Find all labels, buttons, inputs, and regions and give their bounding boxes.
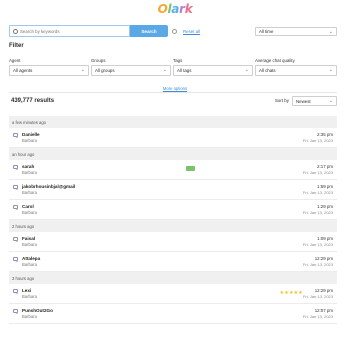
groups-filter-label: Groups [91, 58, 106, 63]
chat-quality-filter: Average chat quality All chats ⌄ [255, 58, 337, 76]
chevron-down-icon: ⌄ [328, 29, 333, 35]
agent-name: Barbara [22, 314, 37, 319]
sort-select[interactable]: Newest ⌄ [292, 96, 337, 106]
chat-time: 12:29 pm [314, 256, 333, 261]
sort-label: Sort by [275, 98, 289, 103]
chat-date: Fri, Jan 13, 2023 [302, 138, 333, 143]
chat-quality-filter-label: Average chat quality [255, 58, 295, 63]
chevron-down-icon: ⌄ [328, 67, 333, 73]
group-header: 3 hours ago [9, 272, 337, 284]
chat-time: 2:35 pm [317, 132, 333, 137]
chat-date: Fri, Jan 13, 2023 [302, 314, 333, 319]
chat-date: Fri, Jan 13, 2023 [302, 210, 333, 215]
search-input-wrapper[interactable] [9, 25, 130, 37]
group-header: an hour ago [9, 148, 337, 160]
more-options-link[interactable]: More options [0, 86, 350, 91]
agent-name: Barbara [22, 138, 37, 143]
transcript-row[interactable]: Attalepa Barbara 12:29 pm Fri, Jan 13, 2… [9, 252, 337, 272]
chat-bubble-icon [13, 133, 18, 139]
visitor-name: jakobrhousinbjal@gmail [22, 184, 76, 189]
transcript-row[interactable]: Danielle Barbara 2:35 pm Fri, Jan 13, 20… [9, 128, 337, 148]
groups-select[interactable]: All groups ⌄ [91, 65, 171, 76]
filter-title: Filter [9, 43, 24, 49]
visitor-name: Attalepa [22, 256, 41, 261]
chat-bubble-icon [13, 205, 18, 211]
agent-name: Barbara [22, 190, 37, 195]
sort-select-value: Newest [296, 98, 311, 104]
tags-select-value: All tags [177, 68, 192, 73]
tags-select[interactable]: All tags ⌄ [173, 65, 253, 76]
groups-filter: Groups All groups ⌄ [91, 58, 171, 76]
transcript-row[interactable]: Lexi Barbara ★★★★★ 12:29 pm Fri, Jan 13,… [9, 284, 337, 304]
agent-name: Barbara [22, 170, 37, 175]
group-header: a few minutes ago [9, 116, 337, 128]
transcript-row[interactable]: PunshOut2Go Barbara 12:07 pm Fri, Jan 13… [9, 304, 337, 324]
agent-name: Barbara [22, 294, 37, 299]
transcript-row[interactable]: jakobrhousinbjal@gmail Barbara 1:59 pm F… [9, 180, 337, 200]
chat-date: Fri, Jan 13, 2023 [302, 262, 333, 267]
chat-bubble-icon [13, 257, 18, 263]
visitor-name: PunshOut2Go [22, 308, 53, 313]
chat-time: 12:29 pm [314, 288, 333, 293]
help-icon[interactable] [172, 28, 177, 34]
chat-time: 12:07 pm [314, 308, 333, 313]
group-header: 2 hours ago [9, 220, 337, 232]
rating-stars: ★★★★★ [279, 290, 303, 296]
chat-date: Fri, Jan 13, 2023 [302, 170, 333, 175]
reset-all-link[interactable]: Reset all [183, 29, 200, 34]
agent-select[interactable]: All agents ⌄ [9, 65, 89, 76]
chevron-down-icon: ⌄ [80, 67, 85, 73]
agent-select-value: All agents [13, 68, 33, 73]
groups-select-value: All groups [95, 68, 115, 73]
chat-time: 1:29 pm [317, 204, 333, 209]
search-button[interactable]: Search [130, 25, 168, 37]
transcript-row[interactable]: Faisal Barbara 1:09 pm Fri, Jan 13, 2023 [9, 232, 337, 252]
chat-bubble-icon [13, 185, 18, 191]
chat-time: 1:59 pm [317, 184, 333, 189]
transcript-row[interactable]: sarah Barbara 2:17 pm Fri, Jan 13, 2023 [9, 160, 337, 180]
chat-date: Fri, Jan 13, 2023 [302, 190, 333, 195]
chat-date: Fri, Jan 13, 2023 [302, 242, 333, 247]
visitor-name: Lexi [22, 288, 32, 293]
chevron-down-icon: ⌄ [162, 67, 167, 73]
visitor-name: sarah [22, 164, 35, 169]
search-icon [13, 28, 18, 34]
chat-quality-select[interactable]: All chats ⌄ [255, 65, 337, 76]
chat-bubble-icon [13, 237, 18, 243]
chat-bubble-icon [13, 309, 18, 315]
divider [9, 92, 337, 93]
chat-time: 2:17 pm [317, 164, 333, 169]
time-range-select[interactable]: All time ⌄ [255, 27, 337, 36]
transcript-list: a few minutes ago Danielle Barbara 2:35 … [9, 116, 337, 324]
tags-filter-label: Tags [173, 58, 183, 63]
chevron-down-icon: ⌄ [244, 67, 249, 73]
logo-text: Olark [157, 2, 193, 16]
visitor-name: Danielle [22, 132, 40, 137]
agent-name: Barbara [22, 210, 37, 215]
search-bar: Search Reset all [9, 25, 200, 37]
search-input[interactable] [20, 28, 120, 34]
tags-filter: Tags All tags ⌄ [173, 58, 253, 76]
agent-name: Barbara [22, 262, 37, 267]
time-range-value: All time [259, 29, 274, 34]
chat-bubble-icon [13, 289, 18, 295]
chat-quality-select-value: All chats [259, 68, 276, 73]
agent-filter: Agent All agents ⌄ [9, 58, 89, 76]
chat-date: Fri, Jan 13, 2023 [302, 294, 333, 299]
olark-logo: Olark [0, 2, 350, 16]
visitor-name: Carol [22, 204, 34, 209]
agent-name: Barbara [22, 242, 37, 247]
agent-filter-label: Agent [9, 58, 21, 63]
chat-bubble-icon [13, 165, 18, 171]
chevron-down-icon: ⌄ [328, 98, 333, 104]
tag-badge [186, 166, 195, 171]
results-count: 439,777 results [11, 98, 55, 104]
transcript-row[interactable]: Carol Barbara 1:29 pm Fri, Jan 13, 2023 [9, 200, 337, 220]
chat-time: 1:09 pm [317, 236, 333, 241]
visitor-name: Faisal [22, 236, 36, 241]
